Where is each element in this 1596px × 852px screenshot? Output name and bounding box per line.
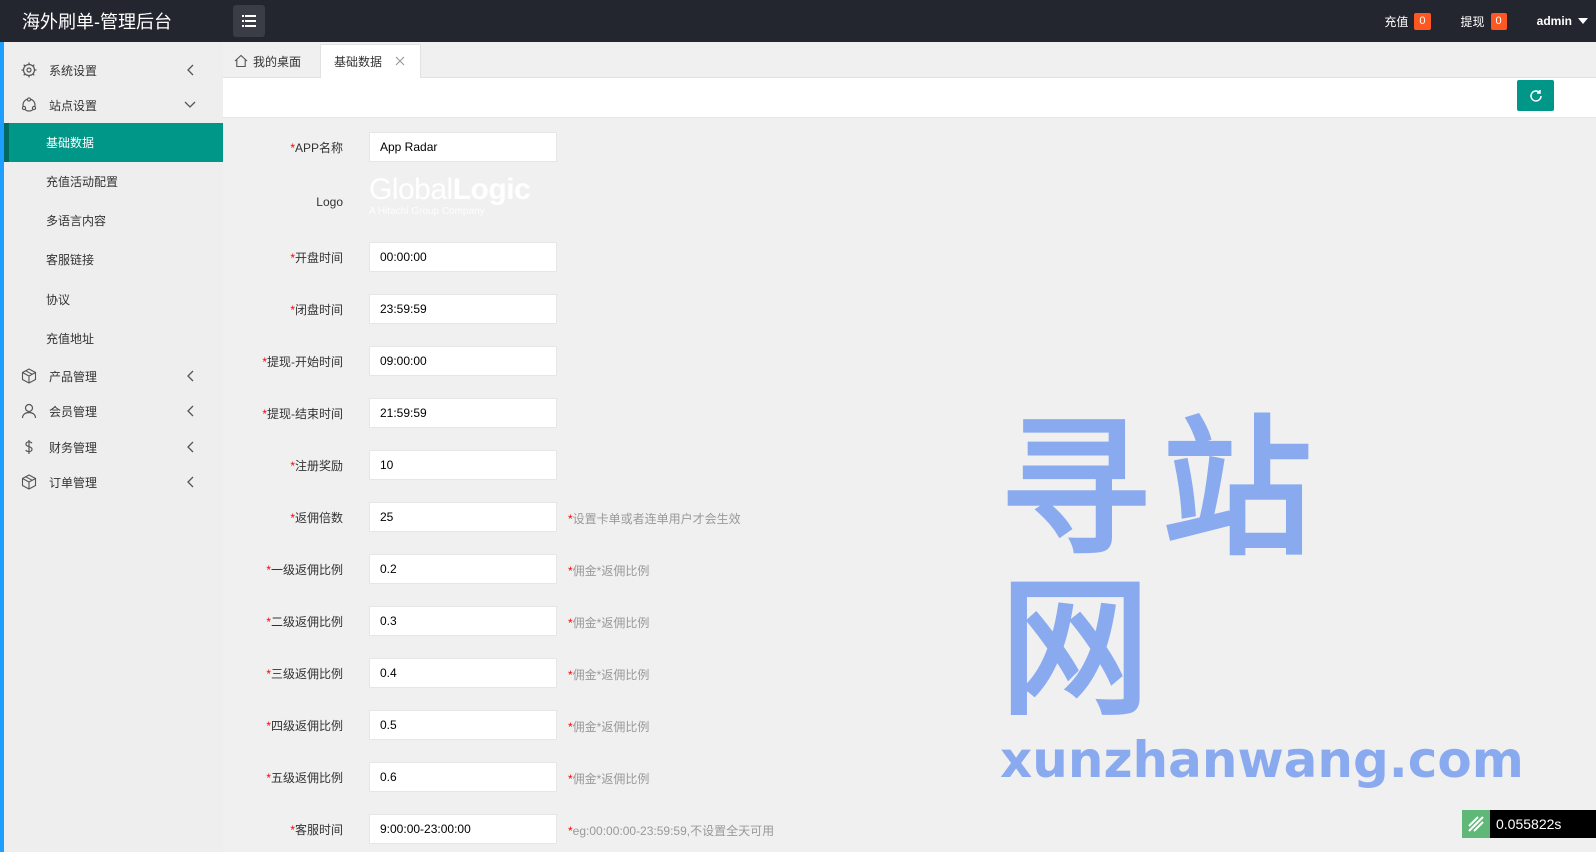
- tab-basic-data-label: 基础数据: [334, 55, 383, 69]
- service-time-hint: *eg:00:00:00-23:59:59,不设置全天可用: [568, 824, 775, 838]
- debug-timer[interactable]: 0.055822s: [1490, 810, 1596, 838]
- withdraw-end-input[interactable]: [369, 398, 557, 428]
- form-row-level1-rate: *一级返佣比例 *佣金*返佣比例: [223, 554, 1123, 586]
- chevron-left-icon: [183, 369, 197, 383]
- tab-bar: 我的桌面 基础数据: [223, 42, 1596, 78]
- form-row-app-name: *APP名称: [223, 132, 1123, 164]
- level1-rate-hint: *佣金*返佣比例: [568, 564, 650, 578]
- chevron-down-icon: [1578, 18, 1588, 24]
- menu-toggle-button[interactable]: [233, 5, 265, 37]
- refresh-icon: [1529, 89, 1542, 102]
- tab-home-label: 我的桌面: [253, 54, 302, 69]
- sidebar-subitem-recharge-address[interactable]: 充值地址: [4, 319, 223, 358]
- sidebar-subitem-agreement[interactable]: 协议: [4, 280, 223, 319]
- sidebar-subitem-multilanguage[interactable]: 多语言内容: [4, 201, 223, 240]
- sidebar-item-site-settings[interactable]: 站点设置: [4, 87, 223, 123]
- recharge-link[interactable]: 充值 0: [1384, 12, 1431, 30]
- level3-rate-input[interactable]: [369, 658, 557, 688]
- commission-multiplier-label: 返佣倍数: [294, 511, 343, 525]
- withdraw-start-input[interactable]: [369, 346, 557, 376]
- form-row-level5-rate: *五级返佣比例 *佣金*返佣比例: [223, 762, 1123, 794]
- form-row-close-time: *闭盘时间: [223, 294, 1123, 326]
- tab-basic-data[interactable]: 基础数据: [320, 44, 421, 78]
- chevron-left-icon: [183, 440, 197, 454]
- gear-icon: [20, 61, 38, 79]
- commission-multiplier-hint: *设置卡单或者连单用户才会生效: [568, 512, 741, 526]
- sidebar: 系统设置 站点设置 基础数据 充值活动配置 多语言内容 客服链接 协议 充值地址…: [4, 42, 223, 852]
- chevron-down-icon: [183, 98, 197, 112]
- app-name-input[interactable]: [369, 132, 557, 162]
- chevron-left-icon: [183, 404, 197, 418]
- recharge-count-badge: 0: [1414, 12, 1431, 30]
- chevron-left-icon: [183, 63, 197, 77]
- sidebar-subitem-recharge-activity[interactable]: 充值活动配置: [4, 162, 223, 201]
- level5-rate-hint: *佣金*返佣比例: [568, 772, 650, 786]
- close-time-input[interactable]: [369, 294, 557, 324]
- box-icon: [20, 367, 38, 385]
- app-name-label: APP名称: [294, 141, 343, 155]
- withdraw-count-badge: 0: [1490, 12, 1507, 30]
- sidebar-item-products[interactable]: 产品管理: [4, 358, 223, 394]
- refresh-button[interactable]: [1517, 80, 1554, 111]
- tab-home[interactable]: 我的桌面: [234, 44, 301, 78]
- form-row-withdraw-start: *提现-开始时间: [223, 346, 1123, 378]
- form-row-level2-rate: *二级返佣比例 *佣金*返佣比例: [223, 606, 1123, 638]
- close-icon[interactable]: [394, 55, 406, 67]
- register-reward-input[interactable]: [369, 450, 557, 480]
- level5-rate-label: 五级返佣比例: [270, 771, 343, 785]
- chevron-left-icon: [183, 475, 197, 489]
- sidebar-subitem-basic-data[interactable]: 基础数据: [4, 123, 223, 162]
- register-reward-label: 注册奖励: [294, 459, 343, 473]
- level2-rate-hint: *佣金*返佣比例: [568, 616, 650, 630]
- form-row-commission-multiplier: *返佣倍数 *设置卡单或者连单用户才会生效: [223, 502, 1123, 534]
- sidebar-item-orders[interactable]: 订单管理: [4, 464, 223, 500]
- withdraw-link[interactable]: 提现 0: [1460, 12, 1507, 30]
- sidebar-item-system-settings[interactable]: 系统设置: [4, 52, 223, 88]
- open-time-input[interactable]: [369, 242, 557, 272]
- app-title: 海外刷单-管理后台: [22, 12, 172, 32]
- level4-rate-input[interactable]: [369, 710, 557, 740]
- content-toolbar: [223, 78, 1596, 118]
- home-icon: [234, 54, 248, 68]
- user-icon: [20, 402, 38, 420]
- dollar-icon: [20, 438, 38, 456]
- level4-rate-label: 四级返佣比例: [270, 719, 343, 733]
- username: admin: [1536, 14, 1572, 28]
- debug-logo-icon[interactable]: [1462, 810, 1490, 838]
- form-row-register-reward: *注册奖励: [223, 450, 1123, 482]
- withdraw-start-label: 提现-开始时间: [267, 355, 343, 369]
- sidebar-subitem-service-link[interactable]: 客服链接: [4, 240, 223, 279]
- form-row-service-time: *客服时间 *eg:00:00:00-23:59:59,不设置全天可用: [223, 814, 1123, 846]
- top-header: 海外刷单-管理后台 充值 0 提现 0 admin: [0, 0, 1596, 42]
- level4-rate-hint: *佣金*返佣比例: [568, 720, 650, 734]
- service-time-input[interactable]: [369, 814, 557, 844]
- withdraw-label: 提现: [1460, 14, 1485, 29]
- level2-rate-label: 二级返佣比例: [270, 615, 343, 629]
- logo-label: Logo: [316, 195, 343, 209]
- recharge-label: 充值: [1384, 14, 1409, 29]
- list-icon: [242, 15, 256, 27]
- form-row-open-time: *开盘时间: [223, 242, 1123, 274]
- open-time-label: 开盘时间: [294, 251, 343, 265]
- withdraw-end-label: 提现-结束时间: [267, 407, 343, 421]
- level1-rate-input[interactable]: [369, 554, 557, 584]
- form-row-withdraw-end: *提现-结束时间: [223, 398, 1123, 430]
- level1-rate-label: 一级返佣比例: [270, 563, 343, 577]
- sidebar-item-finance[interactable]: 财务管理: [4, 429, 223, 465]
- service-time-label: 客服时间: [294, 823, 343, 837]
- form-row-level3-rate: *三级返佣比例 *佣金*返佣比例: [223, 658, 1123, 690]
- logo-image[interactable]: GlobalLogic A Hitachi Group Company: [369, 174, 559, 224]
- level2-rate-input[interactable]: [369, 606, 557, 636]
- form-row-logo: Logo GlobalLogic A Hitachi Group Company: [223, 174, 1123, 218]
- commission-multiplier-input[interactable]: [369, 502, 557, 532]
- sidebar-item-members[interactable]: 会员管理: [4, 393, 223, 429]
- user-menu[interactable]: admin: [1537, 14, 1588, 28]
- site-icon: [20, 96, 38, 114]
- form-row-level4-rate: *四级返佣比例 *佣金*返佣比例: [223, 710, 1123, 742]
- level5-rate-input[interactable]: [369, 762, 557, 792]
- close-time-label: 闭盘时间: [294, 303, 343, 317]
- box-icon: [20, 473, 38, 491]
- level3-rate-label: 三级返佣比例: [270, 667, 343, 681]
- level3-rate-hint: *佣金*返佣比例: [568, 668, 650, 682]
